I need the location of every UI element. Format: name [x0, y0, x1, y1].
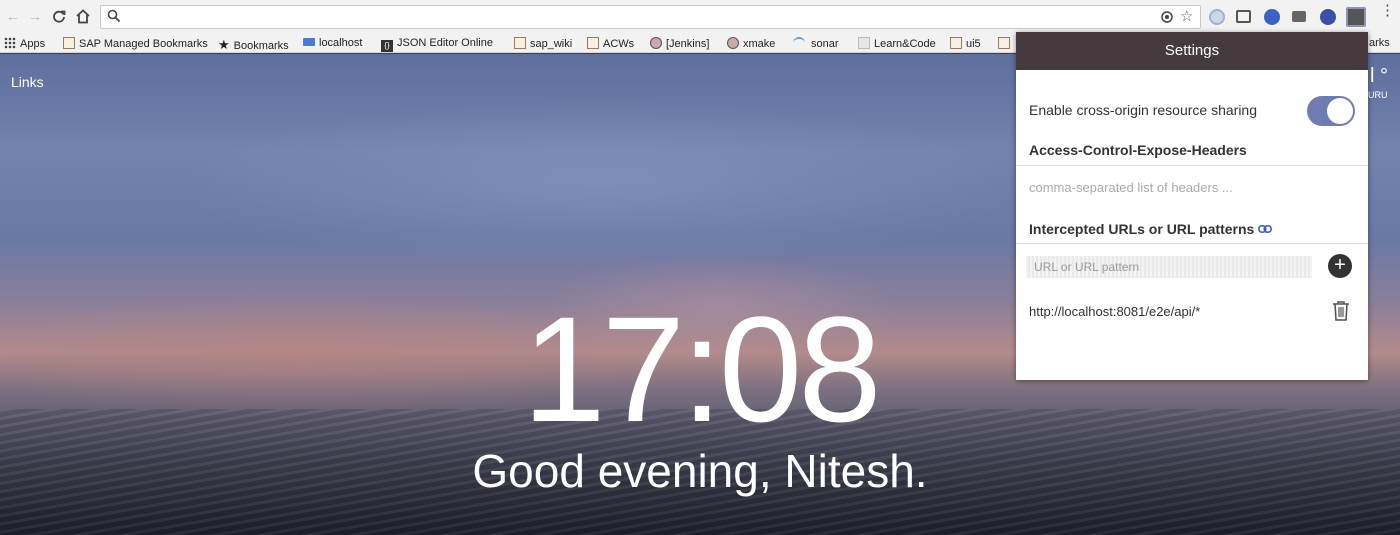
bookmark-localhost[interactable]: localhost	[303, 37, 362, 51]
search-icon	[107, 9, 121, 28]
settings-header: Settings	[1016, 32, 1368, 70]
camera-icon[interactable]	[1292, 11, 1306, 22]
json-icon: {}	[381, 40, 393, 52]
divider	[1016, 165, 1368, 166]
sonar-icon	[793, 37, 805, 49]
bookmark-page-icon	[858, 37, 870, 49]
greeting-text: Good evening, Nitesh.	[472, 445, 928, 497]
jenkins-icon	[650, 37, 662, 49]
cors-toggle[interactable]	[1307, 96, 1355, 126]
star-icon: ★	[218, 37, 230, 52]
bookmark-other[interactable]: arks	[1369, 37, 1390, 51]
expose-headers-input[interactable]	[1029, 180, 1349, 195]
add-url-button[interactable]: +	[1328, 254, 1352, 278]
back-arrow-icon[interactable]: ←	[2, 6, 24, 28]
plus-icon: +	[1334, 254, 1346, 276]
bookmark-sap-wiki[interactable]: sap_wiki	[514, 37, 572, 51]
bookmark-page-icon	[998, 37, 1010, 49]
bookmark-folder[interactable]: SAP Managed Bookmarks	[63, 37, 208, 51]
bookmark-ui5[interactable]: ui5	[950, 37, 981, 51]
weather-temperature[interactable]: l °	[1370, 65, 1388, 88]
intercepted-urls-title: Intercepted URLs or URL patterns	[1029, 220, 1273, 237]
menu-dots-icon[interactable]: ⋮	[1380, 3, 1395, 18]
bookmark-page-partial[interactable]	[998, 37, 1014, 51]
home-icon[interactable]	[72, 6, 94, 28]
cors-extension-icon[interactable]	[1346, 7, 1366, 27]
weather-location: URU	[1368, 90, 1388, 100]
settings-popup: Settings Enable cross-origin resource sh…	[1016, 32, 1368, 380]
cors-label: Enable cross-origin resource sharing	[1029, 102, 1257, 118]
forward-arrow-icon[interactable]: →	[24, 6, 46, 28]
extension-m-icon[interactable]	[1320, 9, 1336, 25]
divider	[1016, 243, 1368, 244]
apps-grid-icon	[4, 37, 16, 49]
address-bar[interactable]: ☆	[100, 5, 1201, 29]
url-pattern-input[interactable]	[1026, 256, 1312, 278]
bookmark-learn-code[interactable]: Learn&Code	[858, 37, 936, 51]
browser-toolbar: ← → ☆ ⋮	[0, 0, 1400, 34]
bookmark-page-icon	[950, 37, 962, 49]
location-target-icon[interactable]	[1159, 9, 1175, 30]
reload-icon[interactable]	[48, 6, 70, 28]
extension-gear-icon[interactable]	[1209, 9, 1225, 25]
trash-icon	[1331, 301, 1351, 326]
bookmark-page-icon	[514, 37, 526, 49]
bookmark-jenkins[interactable]: [Jenkins]	[650, 37, 709, 51]
expose-headers-title: Access-Control-Expose-Headers	[1029, 142, 1247, 158]
links-menu[interactable]: Links	[11, 74, 44, 90]
folder-icon	[63, 37, 75, 49]
bookmark-page-icon	[303, 38, 315, 46]
intercepted-url-item: http://localhost:8081/e2e/api/*	[1029, 304, 1201, 319]
bookmark-page-icon	[587, 37, 599, 49]
bookmark-xmake[interactable]: xmake	[727, 37, 775, 51]
cast-icon[interactable]	[1236, 10, 1251, 23]
toggle-knob	[1327, 98, 1353, 124]
link-chain-icon	[1258, 220, 1273, 236]
extension-g-icon[interactable]	[1264, 9, 1280, 25]
delete-url-button[interactable]	[1331, 300, 1351, 327]
bookmark-sonar[interactable]: sonar	[793, 37, 839, 51]
bookmark-bookmarks[interactable]: ★ Bookmarks	[218, 37, 289, 52]
jenkins-icon	[727, 37, 739, 49]
bookmark-apps[interactable]: Apps	[4, 37, 45, 51]
bookmark-json-editor[interactable]: {} JSON Editor Online	[381, 37, 493, 52]
bookmark-star-icon[interactable]: ☆	[1180, 7, 1193, 25]
bookmark-acws[interactable]: ACWs	[587, 37, 634, 51]
